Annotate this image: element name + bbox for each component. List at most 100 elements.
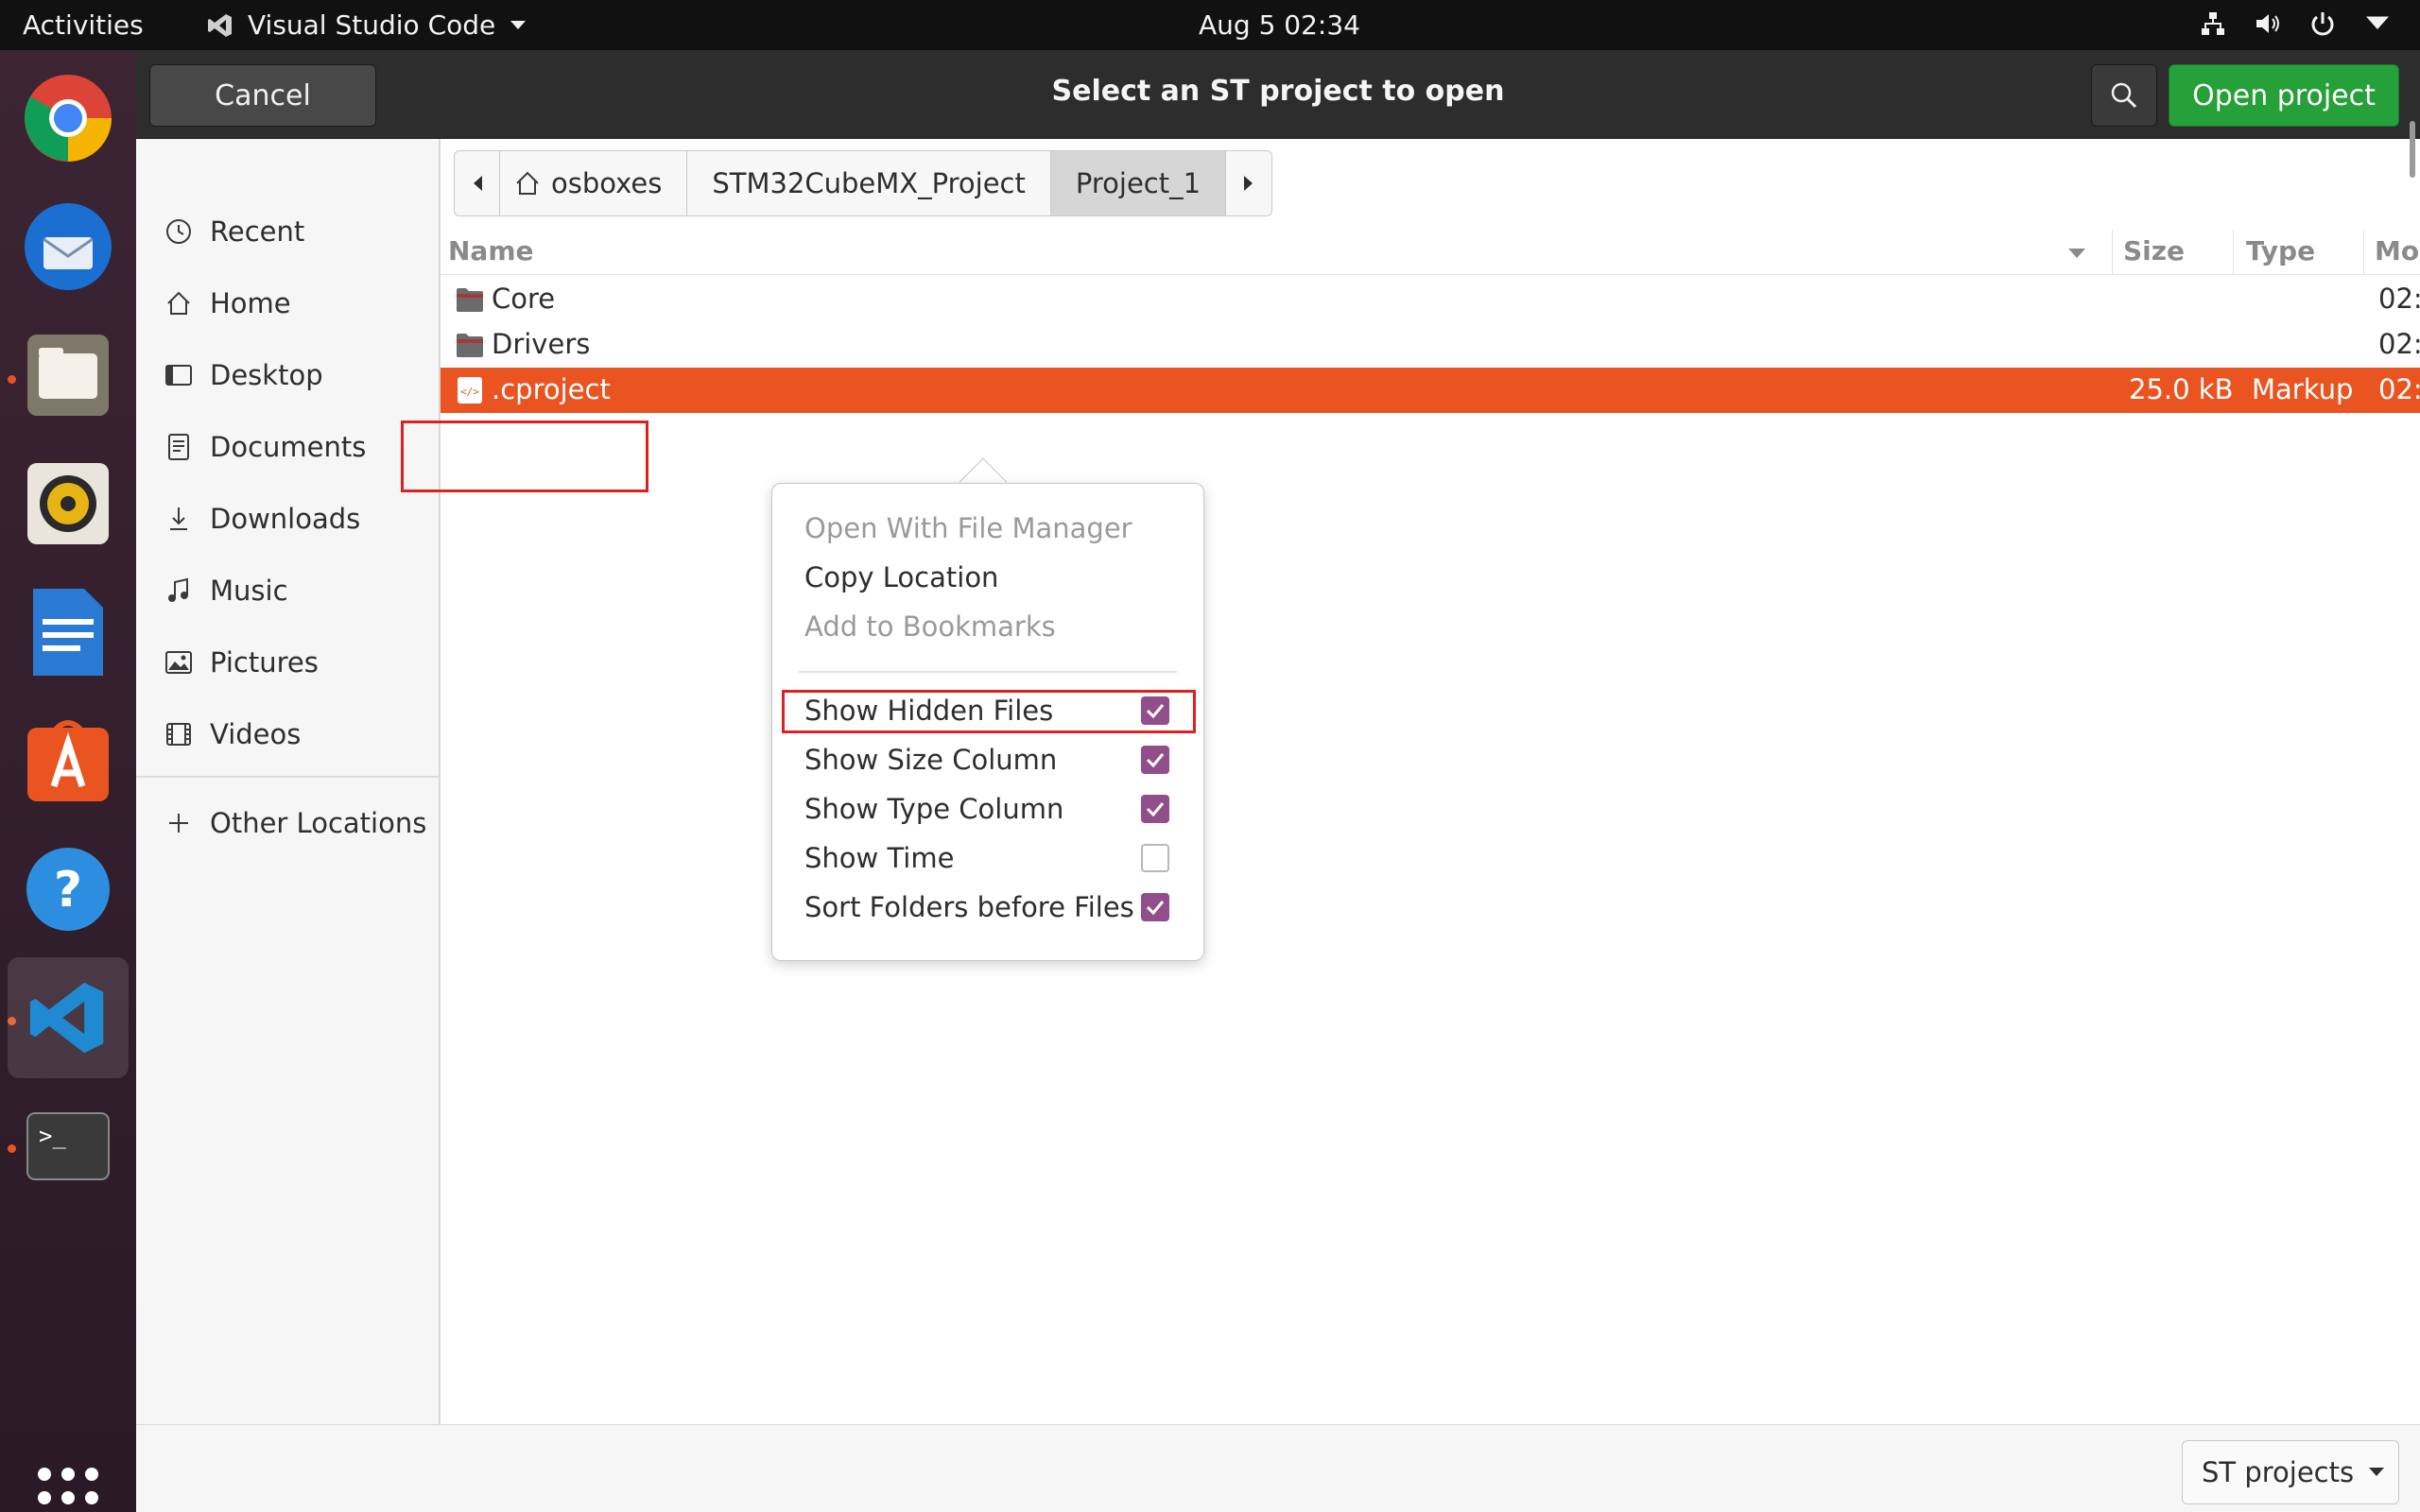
breadcrumb-home[interactable]: osboxes bbox=[500, 151, 688, 215]
menu-copy-location[interactable]: Copy Location bbox=[804, 561, 998, 593]
menu-open-with-file-manager[interactable]: Open With File Manager bbox=[804, 512, 1132, 544]
svg-text:?: ? bbox=[54, 862, 82, 919]
menu-show-time[interactable]: Show Time bbox=[804, 842, 954, 874]
file-size: 25.0 kB bbox=[2129, 373, 2234, 405]
file-row[interactable]: Core 02:33 bbox=[441, 277, 2420, 322]
file-type: Markup bbox=[2252, 373, 2354, 405]
path-forward-button[interactable] bbox=[1226, 151, 1271, 215]
home-icon bbox=[167, 291, 190, 315]
home-icon bbox=[516, 171, 539, 195]
sidebar-item-label: Videos bbox=[210, 718, 302, 750]
sidebar-item-videos[interactable]: Videos bbox=[164, 708, 301, 761]
activities-button[interactable]: Activities bbox=[23, 9, 144, 41]
sidebar-item-label: Documents bbox=[210, 431, 367, 463]
vscode-icon[interactable] bbox=[8, 957, 129, 1078]
sidebar-item-pictures[interactable]: Pictures bbox=[164, 636, 319, 689]
path-back-button[interactable] bbox=[455, 151, 500, 215]
dialog-title: Select an ST project to open bbox=[1051, 75, 1505, 108]
header-bar: Cancel Select an ST project to open Open… bbox=[136, 50, 2420, 139]
menu-show-size-column[interactable]: Show Size Column bbox=[804, 744, 1057, 776]
file-filter-value: ST projects bbox=[2202, 1456, 2355, 1488]
menu-divider bbox=[799, 671, 1177, 673]
file-row[interactable]: Drivers 02:33 bbox=[441, 322, 2420, 368]
sidebar-item-label: Recent bbox=[210, 215, 305, 248]
check-icon bbox=[1146, 753, 1165, 768]
show-size-column-checkbox[interactable] bbox=[1141, 746, 1169, 774]
file-chooser-dialog: Cancel Select an ST project to open Open… bbox=[136, 50, 2420, 1512]
file-filter-combo[interactable]: ST projects bbox=[2182, 1440, 2399, 1504]
sidebar-divider bbox=[136, 776, 439, 778]
chevron-down-icon bbox=[510, 20, 527, 29]
documents-icon bbox=[168, 434, 189, 460]
cancel-button[interactable]: Cancel bbox=[149, 64, 376, 127]
pictures-icon bbox=[165, 651, 192, 674]
system-tray[interactable] bbox=[2199, 9, 2392, 38]
desktop-icon bbox=[165, 365, 192, 386]
files-icon[interactable] bbox=[23, 330, 113, 421]
file-name: .cproject bbox=[492, 373, 611, 405]
terminal-icon[interactable]: >_ bbox=[23, 1101, 113, 1192]
highlight-annotation bbox=[782, 690, 1196, 733]
column-size[interactable]: Size bbox=[2123, 235, 2185, 266]
sidebar-item-downloads[interactable]: Downloads bbox=[164, 492, 360, 545]
sidebar-item-other-locations[interactable]: Other Locations bbox=[164, 797, 426, 850]
sidebar-item-label: Home bbox=[210, 287, 291, 319]
chevron-left-icon bbox=[473, 176, 482, 191]
folder-icon bbox=[457, 334, 483, 357]
breadcrumb-item[interactable]: STM32CubeMX_Project bbox=[687, 151, 1051, 215]
chrome-icon[interactable] bbox=[23, 73, 113, 163]
markup-file-icon: </> bbox=[458, 377, 482, 404]
power-icon bbox=[2311, 12, 2334, 36]
column-header: Name Size Type Modified bbox=[441, 230, 2420, 275]
sort-down-icon[interactable] bbox=[2066, 247, 2087, 260]
breadcrumb-label: osboxes bbox=[551, 167, 663, 199]
app-menu[interactable]: Visual Studio Code bbox=[206, 9, 527, 41]
file-row-selected[interactable]: </> .cproject 25.0 kB Markup 02:33 bbox=[441, 368, 2420, 413]
file-name: Drivers bbox=[492, 328, 591, 360]
column-modified[interactable]: Modified bbox=[2375, 235, 2420, 266]
chevron-right-icon bbox=[1244, 176, 1253, 191]
rhythmbox-icon[interactable] bbox=[23, 458, 113, 549]
svg-text:</>: </> bbox=[460, 386, 479, 398]
recent-icon bbox=[166, 219, 191, 244]
sort-folders-checkbox[interactable] bbox=[1141, 893, 1169, 921]
sidebar-item-recent[interactable]: Recent bbox=[164, 205, 304, 258]
search-icon bbox=[2111, 82, 2137, 109]
column-name[interactable]: Name bbox=[448, 235, 534, 266]
show-type-column-checkbox[interactable] bbox=[1141, 795, 1169, 823]
help-icon[interactable]: ? bbox=[23, 844, 113, 935]
chevron-down-icon bbox=[2366, 16, 2389, 29]
check-icon bbox=[1146, 802, 1165, 817]
breadcrumb: osboxes STM32CubeMX_Project Project_1 bbox=[454, 150, 1273, 216]
sidebar-item-desktop[interactable]: Desktop bbox=[164, 349, 323, 402]
software-icon[interactable] bbox=[23, 715, 113, 806]
check-icon bbox=[1146, 901, 1165, 916]
context-menu: Open With File Manager Copy Location Add… bbox=[771, 483, 1204, 961]
sidebar-item-label: Desktop bbox=[210, 359, 323, 391]
sidebar-item-label: Pictures bbox=[210, 646, 319, 679]
libreoffice-writer-icon[interactable] bbox=[23, 587, 113, 678]
network-icon bbox=[2202, 12, 2224, 35]
sidebar-item-label: Other Locations bbox=[210, 807, 427, 839]
volume-icon bbox=[2256, 14, 2279, 33]
show-time-checkbox[interactable] bbox=[1141, 844, 1169, 872]
breadcrumb-current[interactable]: Project_1 bbox=[1050, 151, 1227, 215]
sidebar-item-music[interactable]: Music bbox=[164, 564, 288, 617]
thunderbird-icon[interactable] bbox=[23, 201, 113, 292]
scrollbar[interactable] bbox=[2410, 121, 2415, 178]
sidebar-item-documents[interactable]: Documents bbox=[164, 421, 366, 473]
top-bar: Activities Visual Studio Code Aug 5 02:3… bbox=[0, 0, 2420, 50]
menu-show-type-column[interactable]: Show Type Column bbox=[804, 793, 1063, 825]
menu-sort-folders-before-files[interactable]: Sort Folders before Files bbox=[804, 891, 1134, 923]
sidebar-item-label: Music bbox=[210, 575, 288, 607]
file-modified: 02:33 bbox=[2378, 283, 2420, 315]
show-apps-icon[interactable] bbox=[38, 1468, 98, 1512]
open-project-button[interactable]: Open project bbox=[2169, 64, 2399, 127]
menu-add-to-bookmarks[interactable]: Add to Bookmarks bbox=[804, 610, 1056, 643]
sidebar-item-home[interactable]: Home bbox=[164, 277, 291, 330]
column-type[interactable]: Type bbox=[2246, 235, 2315, 266]
search-button[interactable] bbox=[2091, 64, 2157, 127]
places-sidebar: Recent Home Desktop Documents Downloads … bbox=[136, 139, 441, 1424]
file-modified: 02:33 bbox=[2378, 373, 2420, 405]
clock[interactable]: Aug 5 02:34 bbox=[1199, 9, 1360, 41]
